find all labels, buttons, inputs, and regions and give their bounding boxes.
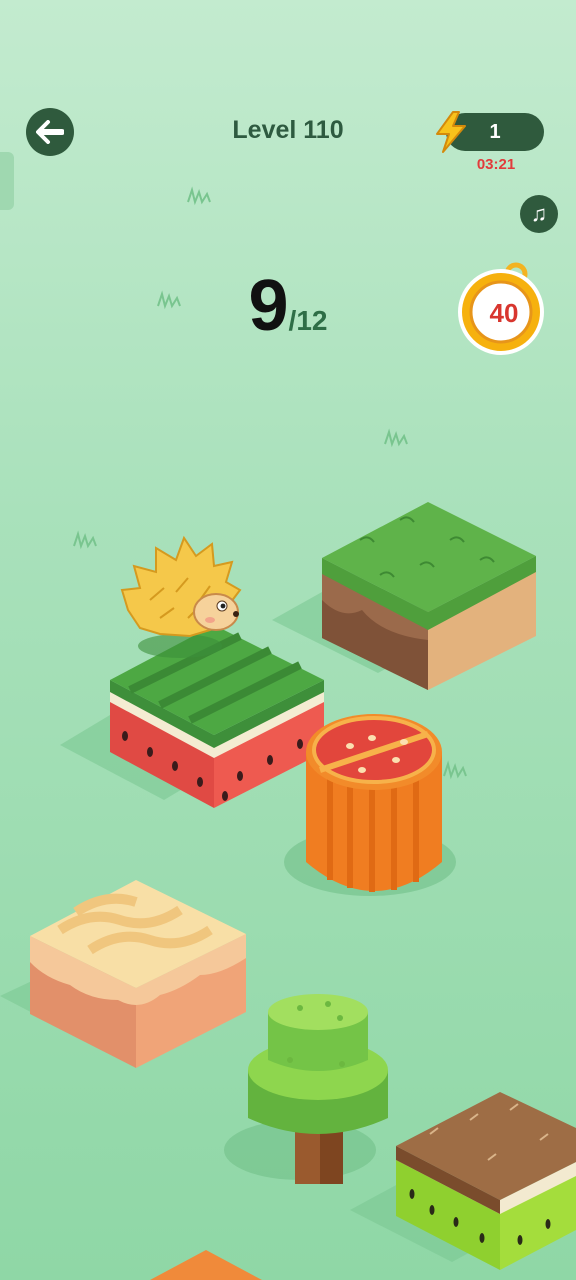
wafer-cake-block <box>0 880 246 1068</box>
grass-dirt-block <box>272 502 536 690</box>
hud: Level 110 1 03:21 ♫ 9/12 40 <box>0 0 576 360</box>
score-total: /12 <box>288 305 328 336</box>
score-current: 9 <box>248 266 289 346</box>
music-toggle-button[interactable]: ♫ <box>520 195 558 233</box>
orange-block <box>150 1250 262 1280</box>
orange-slice-platform <box>284 714 456 896</box>
lightning-bolt-icon <box>436 111 466 153</box>
stopwatch-value: 40 <box>489 298 519 328</box>
energy-refill-timer: 03:21 <box>476 156 516 173</box>
green-tree-platform <box>224 994 388 1184</box>
side-drawer-tab[interactable] <box>0 152 14 210</box>
music-note-icon: ♫ <box>530 201 548 226</box>
